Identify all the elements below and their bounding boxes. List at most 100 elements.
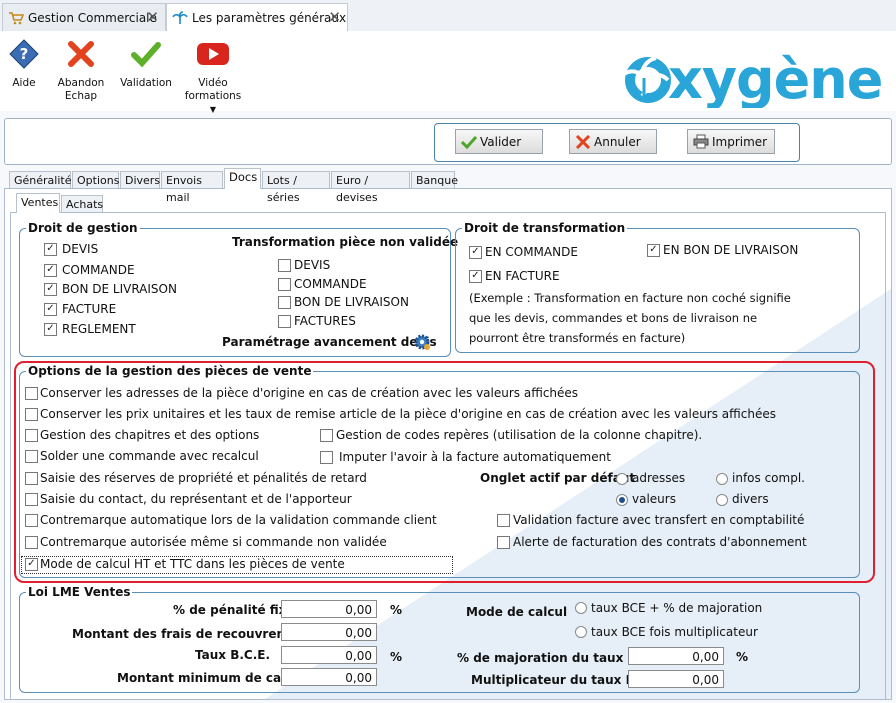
close-icon[interactable]: ✕ [328,8,341,26]
contremarque-autorisee-checkbox[interactable] [25,536,38,549]
gestion-codes-reperes-label: Gestion de codes repères (utilisation de… [336,428,703,442]
reglement-checkbox[interactable]: ✓ [44,323,57,336]
video-label-1: Vidéo [198,77,228,89]
doc-tab-label: Gestion Commerciale [28,10,157,25]
alerte-facturation-checkbox[interactable] [497,536,510,549]
frais-recouvrement-input[interactable]: 0,00 [281,623,377,641]
palm-tree-icon [172,11,188,24]
parametrage-avancement-devis-label: Paramétrage avancement devis [222,335,437,349]
saisie-contact-checkbox[interactable] [25,493,38,506]
saisie-reserves-checkbox[interactable] [25,472,38,485]
infos-compl-radio[interactable] [716,473,728,485]
en-commande-checkbox[interactable]: ✓ [469,246,482,259]
facture-checkbox[interactable]: ✓ [44,303,57,316]
tab-lots-series[interactable]: Lots / séries [262,171,330,204]
transfo-factures-checkbox[interactable] [278,315,291,328]
bon-de-livraison-label: BON DE LIVRAISON [62,282,177,296]
transfo-bon-de-livraison-label: BON DE LIVRAISON [294,295,409,309]
mode-calcul-ht-ttc-checkbox[interactable]: ✓ [25,558,38,571]
dropdown-arrow-icon[interactable]: ▼ [184,103,242,116]
taux-bce-majoration-radio[interactable] [575,602,587,614]
oxygene-logo-graphic: xygène [622,48,883,111]
taux-bce-majoration-label: taux BCE + % de majoration [591,601,763,615]
abandon-button[interactable]: Abandon Echap [56,39,106,103]
valeurs-radio-label: valeurs [632,492,676,506]
adresses-radio[interactable] [616,473,628,485]
saisie-contact-label: Saisie du contact, du représentant et de… [40,492,352,506]
droit-de-transformation-title: Droit de transformation [464,221,626,235]
subtab-ventes[interactable]: Ventes [16,193,60,213]
en-bon-de-livraison-label: EN BON DE LIVRAISON [663,243,799,257]
majoration-taux-bce-input[interactable]: 0,00 [628,647,724,665]
en-facture-checkbox[interactable]: ✓ [469,270,482,283]
validation-button[interactable]: Validation [120,39,172,90]
montant-minimum-input[interactable]: 0,00 [281,668,377,686]
settings-gear-icon[interactable] [413,333,431,351]
commande-label: COMMANDE [62,263,135,277]
conserver-prix-label: Conserver les prix unitaires et les taux… [40,407,776,421]
taux-bce-input[interactable]: 0,00 [281,646,377,664]
validation-facture-checkbox[interactable] [497,514,510,527]
penalite-fixe-input[interactable]: 0,00 [281,600,377,618]
reglement-label: REGLEMENT [62,322,136,336]
solder-commande-checkbox[interactable] [25,450,38,463]
valeurs-radio[interactable] [616,494,628,506]
gestion-codes-reperes-checkbox[interactable] [320,429,333,442]
multiplicateur-taux-bce-input[interactable]: 0,00 [628,670,724,688]
contremarque-auto-checkbox[interactable] [25,514,38,527]
tab-generalites[interactable]: Généralités [9,171,77,188]
facture-label: FACTURE [62,302,117,316]
solder-commande-label: Solder une commande avec recalcul [40,449,259,463]
cart-icon [9,11,24,24]
checkmark-icon [131,42,161,68]
tab-docs[interactable]: Docs [224,168,261,189]
majoration-taux-bce-label: % de majoration du taux BCE [457,651,654,665]
adresses-radio-label: adresses [632,471,686,485]
conserver-prix-checkbox[interactable] [25,408,38,421]
taux-bce-label: Taux B.C.E. [195,648,271,662]
aide-button[interactable]: ? Aide [6,39,42,90]
imputer-avoir-checkbox[interactable] [320,451,333,464]
en-facture-label: EN FACTURE [485,269,560,283]
transformation-non-validee-title: Transformation pièce non validée [232,235,459,249]
droit-de-gestion-title: Droit de gestion [28,221,138,235]
oxygene-logo: xygène [620,48,883,111]
aide-label: Aide [12,77,36,89]
transfo-bon-de-livraison-checkbox[interactable] [278,296,291,309]
video-formations-button[interactable]: Vidéo formations ▼ [184,39,242,116]
contremarque-autorisee-label: Contremarque autorisée même si commande … [40,535,387,549]
commande-checkbox[interactable]: ✓ [44,264,57,277]
checkmark-icon [461,135,477,149]
bon-de-livraison-checkbox[interactable]: ✓ [44,283,57,296]
percent-sign: % [736,650,749,664]
percent-sign: % [390,603,403,617]
transfo-devis-checkbox[interactable] [278,259,291,272]
conserver-adresses-label: Conserver les adresses de la pièce d'ori… [40,386,579,400]
tab-options[interactable]: Options [72,171,119,188]
subtab-achats[interactable]: Achats [61,195,103,212]
taux-bce-multiplicateur-radio[interactable] [575,626,587,638]
tab-divers[interactable]: Divers [120,171,160,188]
transfo-commande-label: COMMANDE [294,277,367,291]
transformation-note-line-3: pourront être transformés en facture) [469,331,686,345]
tab-euro-devises[interactable]: Euro / devises [331,171,410,204]
multiplicateur-taux-bce-label: Multiplicateur du taux BCE [471,673,652,687]
penalite-fixe-label: % de pénalité fixe [173,603,295,617]
devis-checkbox[interactable]: ✓ [44,243,57,256]
validation-facture-label: Validation facture avec transfert en com… [513,513,805,527]
tab-banque[interactable]: Banque [411,171,458,188]
valider-button[interactable]: Valider [455,129,543,154]
transfo-commande-checkbox[interactable] [278,278,291,291]
gestion-chapitres-checkbox[interactable] [25,429,38,442]
annuler-button[interactable]: Annuler [569,129,657,154]
doc-tab-gestion-commerciale[interactable]: Gestion Commerciale ✕ [2,3,166,31]
divers-radio-label: divers [732,492,769,506]
imprimer-button[interactable]: Imprimer [687,129,775,154]
doc-tab-parametres-generaux[interactable]: Les paramètres généraux ✕ [166,3,348,32]
divers-radio[interactable] [716,494,728,506]
infos-compl-radio-label: infos compl. [732,471,805,485]
close-icon[interactable]: ✕ [146,8,159,26]
en-bon-de-livraison-checkbox[interactable]: ✓ [647,244,660,257]
tab-envois-mail[interactable]: Envois mail [161,171,223,204]
conserver-adresses-checkbox[interactable] [25,387,38,400]
